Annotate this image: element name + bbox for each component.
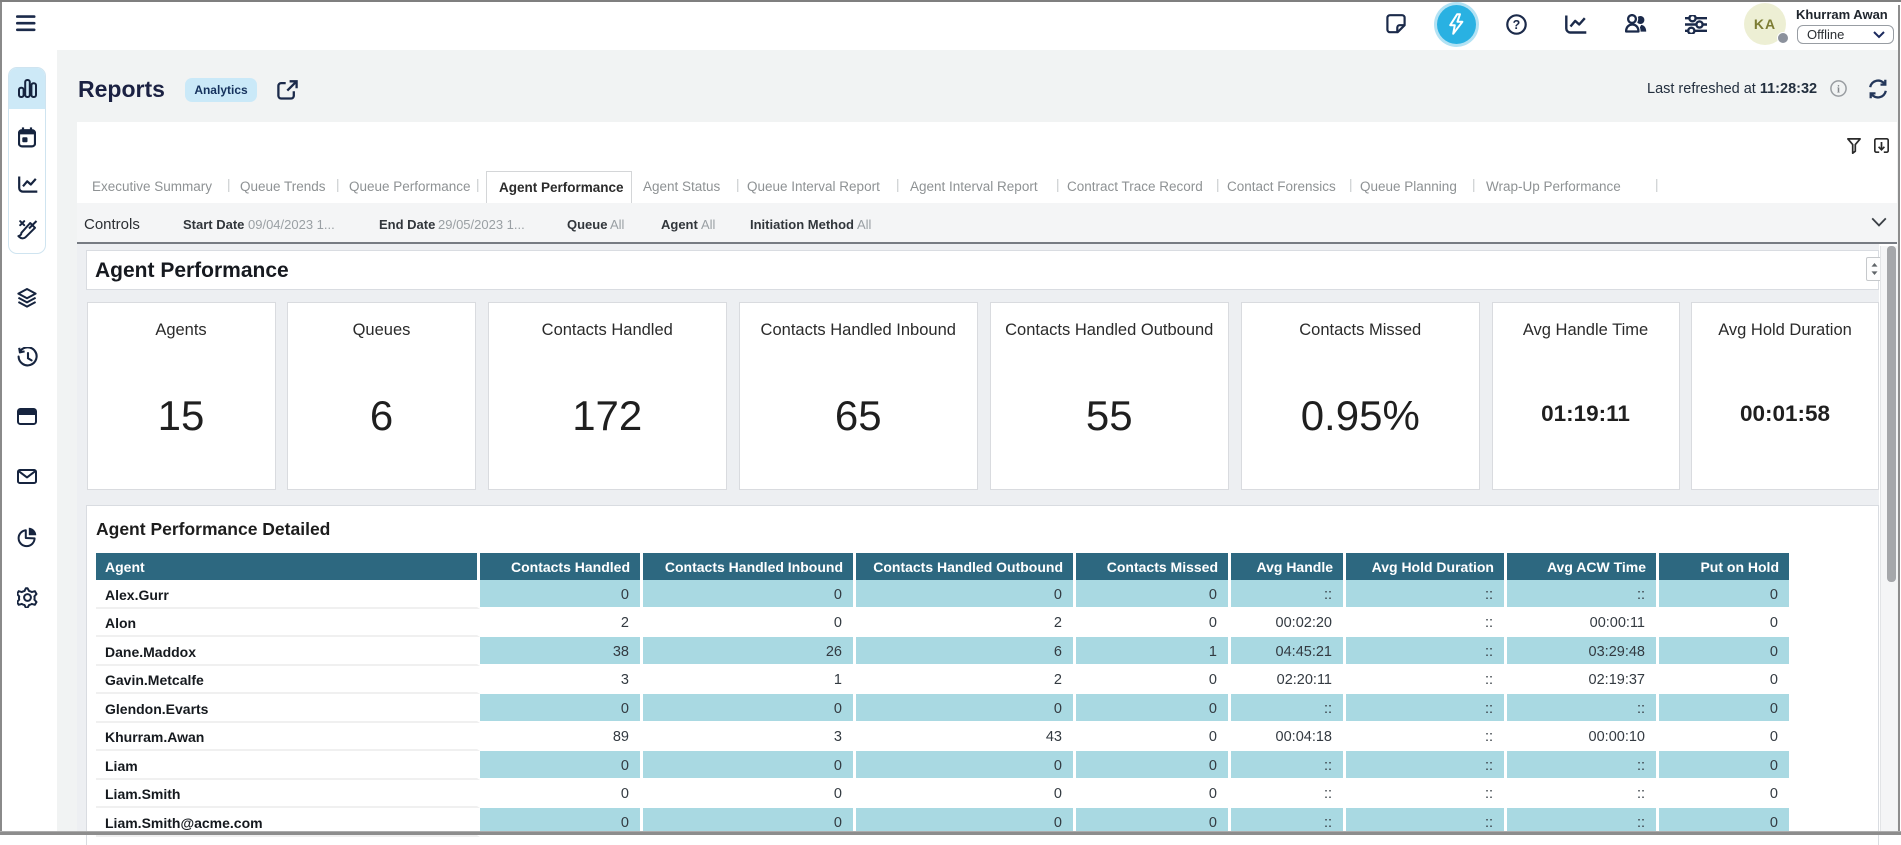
svg-text:?: ? (1512, 17, 1520, 31)
svg-text:i: i (1837, 84, 1840, 95)
